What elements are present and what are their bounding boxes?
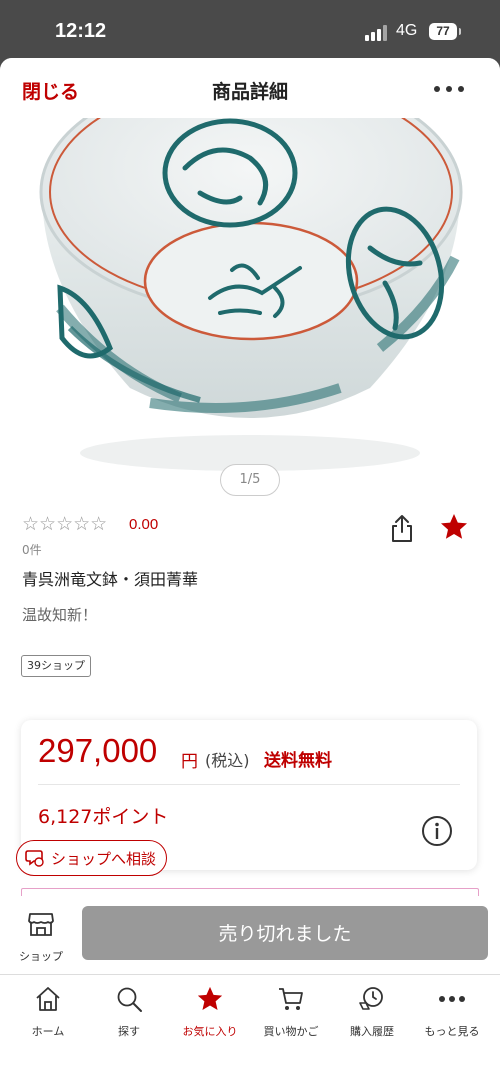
chat-bubble-icon bbox=[25, 850, 44, 867]
consult-shop-label: ショップへ相談 bbox=[51, 849, 157, 868]
tab-label: ホーム bbox=[31, 1025, 65, 1038]
shop-icon bbox=[28, 913, 54, 936]
more-options-icon[interactable] bbox=[434, 86, 464, 92]
tab-purchase-history[interactable]: 購入履歴 bbox=[330, 983, 414, 1043]
consult-shop-button[interactable]: ショップへ相談 bbox=[16, 840, 168, 876]
favorite-star-icon[interactable] bbox=[439, 512, 469, 542]
free-shipping-label: 送料無料 bbox=[264, 751, 332, 771]
sold-out-button: 売り切れました bbox=[82, 906, 488, 960]
status-bar: 12:12 4G 77 bbox=[0, 0, 500, 60]
shop-badge: 39ショップ bbox=[21, 655, 91, 677]
price-value: 297,000 bbox=[38, 732, 158, 769]
page-title: 商品詳細 bbox=[211, 81, 288, 103]
status-time: 12:12 bbox=[55, 20, 107, 42]
tab-search[interactable]: 探す bbox=[87, 983, 171, 1043]
product-name: 青呉洲竜文鉢・須田菁華 bbox=[22, 570, 199, 589]
history-icon bbox=[359, 987, 383, 1010]
shop-button[interactable]: ショップ bbox=[12, 910, 70, 970]
tab-favorites[interactable]: お気に入り bbox=[168, 983, 252, 1043]
info-icon[interactable] bbox=[421, 815, 453, 847]
home-icon bbox=[36, 987, 60, 1011]
search-icon bbox=[117, 987, 142, 1012]
battery-icon: 77 bbox=[429, 23, 461, 40]
tab-label: もっと見る bbox=[424, 1025, 480, 1038]
share-icon[interactable] bbox=[389, 513, 415, 543]
review-count[interactable]: 0件 bbox=[22, 541, 42, 558]
product-image[interactable] bbox=[0, 118, 500, 498]
tab-more[interactable]: もっと見る bbox=[410, 983, 494, 1043]
tab-label: 購入履歴 bbox=[350, 1025, 394, 1038]
points-label: 6,127ポイント bbox=[38, 806, 169, 828]
card-divider bbox=[38, 784, 460, 785]
sheet-header: 閉じる 商品詳細 bbox=[0, 58, 500, 118]
tab-home[interactable]: ホーム bbox=[6, 983, 90, 1043]
tax-note: (税込) bbox=[205, 751, 250, 770]
price-currency: 円 bbox=[181, 752, 198, 772]
product-sheet: 閉じる 商品詳細 1/5 ☆☆☆☆☆ 0.00 0件 青呉洲竜文鉢・須田菁華 温… bbox=[0, 58, 500, 1080]
image-pager: 1/5 bbox=[220, 464, 280, 496]
cart-icon bbox=[279, 988, 303, 1010]
more-icon bbox=[439, 996, 465, 1002]
bottom-tab-bar: ホーム 探す お気に入り 買い物かご 購入履歴 もっと見る bbox=[0, 974, 500, 1080]
rating-stars: ☆☆☆☆☆ bbox=[22, 513, 108, 535]
tab-label: 買い物かご bbox=[263, 1025, 319, 1038]
star-icon bbox=[197, 986, 223, 1011]
purchase-action-bar: ショップ 売り切れました bbox=[0, 896, 500, 974]
rating-score: 0.00 bbox=[129, 516, 159, 533]
tab-label: お気に入り bbox=[182, 1025, 238, 1038]
product-tagline: 温故知新！ bbox=[22, 606, 98, 624]
signal-icon bbox=[365, 25, 389, 41]
shop-label: ショップ bbox=[19, 950, 63, 963]
network-type: 4G bbox=[396, 22, 418, 39]
tab-cart[interactable]: 買い物かご bbox=[249, 983, 333, 1043]
tab-label: 探す bbox=[118, 1025, 140, 1038]
